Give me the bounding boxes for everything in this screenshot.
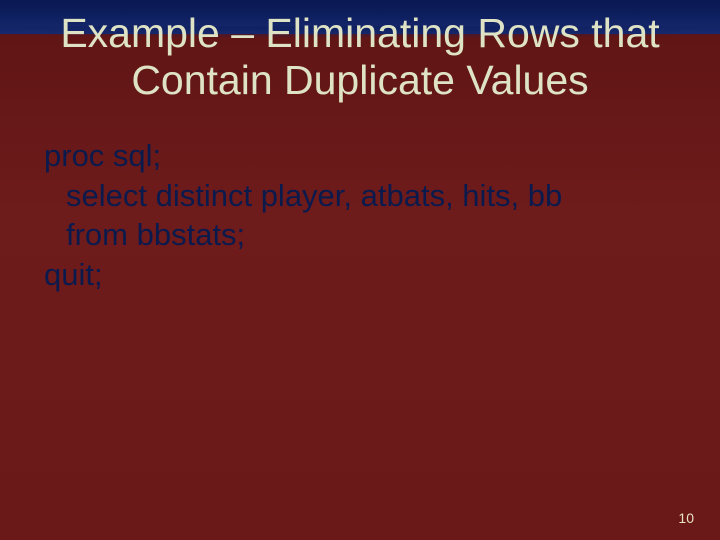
code-line-2: select distinct player, atbats, hits, bb — [44, 176, 676, 216]
slide-title: Example – Eliminating Rows that Contain … — [0, 10, 720, 104]
slide: Example – Eliminating Rows that Contain … — [0, 0, 720, 540]
slide-body: proc sql; select distinct player, atbats… — [44, 136, 676, 295]
code-line-1: proc sql; — [44, 136, 676, 176]
page-number: 10 — [678, 510, 694, 526]
code-line-3: from bbstats; — [44, 215, 676, 255]
code-line-4: quit; — [44, 255, 676, 295]
